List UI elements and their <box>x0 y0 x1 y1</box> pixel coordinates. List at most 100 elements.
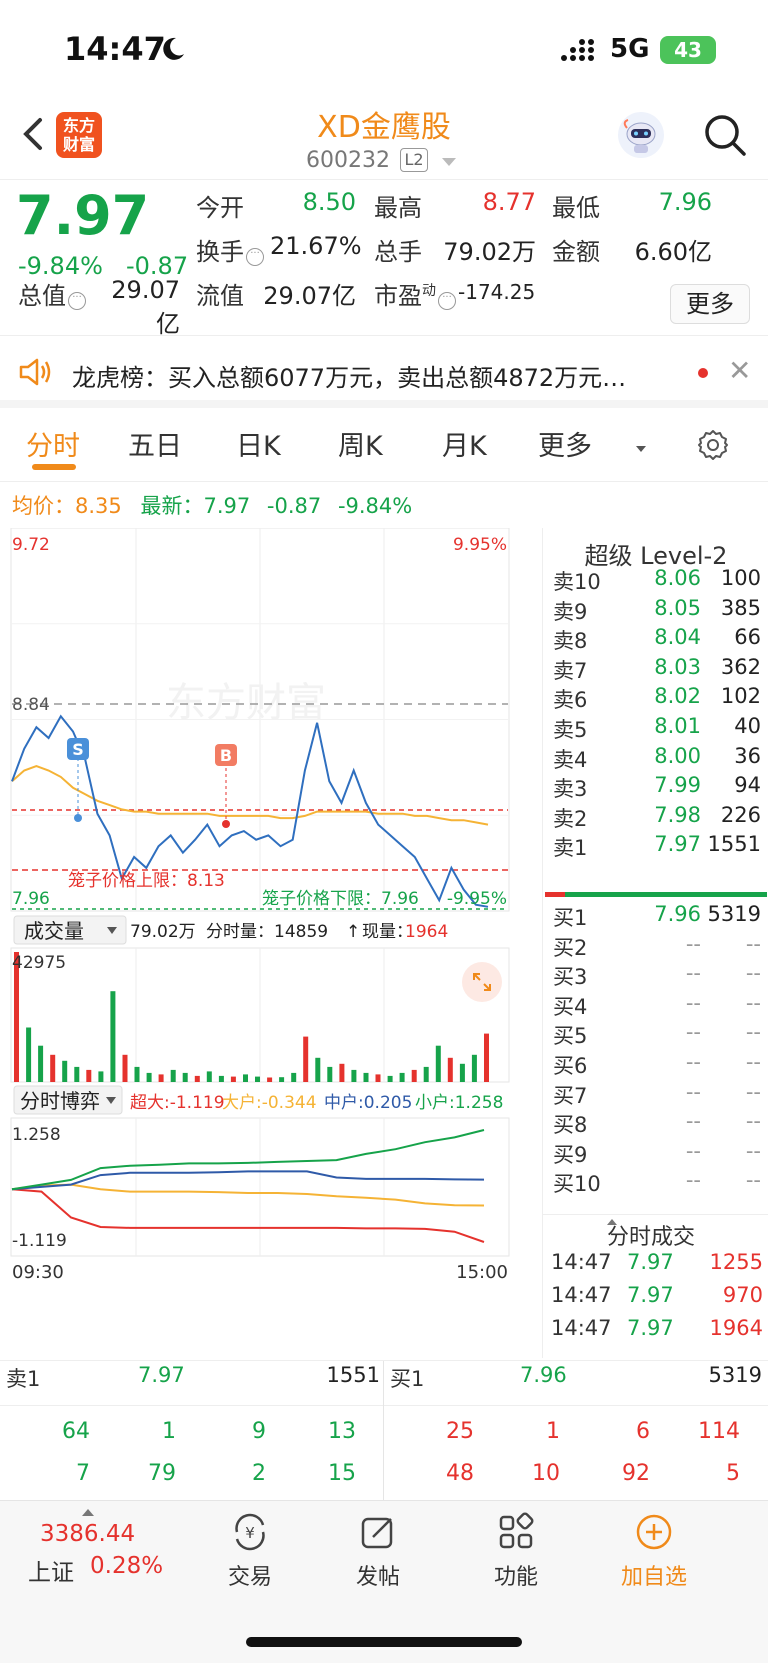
flow-ytop: 1.258 <box>12 1125 61 1145</box>
speaker-icon <box>19 358 51 386</box>
ask-row[interactable]: 卖7 8.03 362 <box>543 655 768 685</box>
ticks-header[interactable]: 分时成交 <box>543 1214 768 1250</box>
caret-up-icon <box>607 1219 617 1225</box>
volume-label: 总手 <box>374 238 422 266</box>
volume-bar <box>218 1075 224 1082</box>
index-pct[interactable]: 0.28% <box>90 1553 163 1579</box>
ask-row[interactable]: 卖5 8.01 40 <box>543 714 768 744</box>
pe-superscript: 动 <box>422 283 436 299</box>
nav-function[interactable]: 功能 <box>456 1511 576 1591</box>
bid-row[interactable]: 买2 -- -- <box>543 932 768 962</box>
stock-code[interactable]: 600232 <box>306 148 390 173</box>
ask-row[interactable]: 卖10 8.06 100 <box>543 566 768 596</box>
tick-time: 14:47 <box>551 1250 612 1274</box>
tab-more[interactable]: 更多 <box>538 424 592 463</box>
flow-medium-label: 中户:0.205 <box>324 1093 412 1113</box>
queue-buy-label: 买1 <box>390 1367 425 1391</box>
tab-daily-k[interactable]: 日K <box>236 424 281 463</box>
ask-row[interactable]: 卖3 7.99 94 <box>543 773 768 803</box>
bottom-nav: 3386.44 上证 0.28% ¥ 交易 发帖 功能 加自选 <box>0 1500 768 1663</box>
dragon-tiger-text: 龙虎榜：买入总额6077万元，卖出总额4872万元… <box>72 364 627 392</box>
ask-row[interactable]: 卖1 7.97 1551 <box>543 832 768 862</box>
order-level-label: 买7 <box>553 1083 588 1108</box>
queue-order: 5 <box>726 1461 740 1486</box>
queue-buy-vol: 5319 <box>708 1363 762 1387</box>
gear-icon[interactable] <box>696 428 730 462</box>
ask-row[interactable]: 卖9 8.05 385 <box>543 596 768 626</box>
bid-row[interactable]: 买3 -- -- <box>543 961 768 991</box>
nav-trade[interactable]: ¥ 交易 <box>190 1511 310 1591</box>
more-dots-icon[interactable]: ··· <box>68 292 86 310</box>
volume-bar <box>194 1075 200 1082</box>
y-bottom-pct: -9.95% <box>447 889 507 909</box>
tab-monthly-k[interactable]: 月K <box>442 424 487 463</box>
order-level-label: 买1 <box>553 906 588 930</box>
order-price: 7.96 <box>654 902 701 926</box>
index-name[interactable]: 上证 <box>28 1553 74 1587</box>
sell-marker-text: S <box>72 740 84 759</box>
low-value: 7.96 <box>658 188 712 216</box>
bid-row[interactable]: 买4 -- -- <box>543 991 768 1021</box>
order-volume: 66 <box>734 625 761 650</box>
order-level-label: 买8 <box>553 1113 588 1138</box>
open-label: 今开 <box>196 194 244 222</box>
x-end-label: 15:00 <box>456 1262 508 1283</box>
order-volume: -- <box>745 1168 761 1193</box>
volume-value: 79.02万 <box>443 238 536 266</box>
nav-trade-label: 交易 <box>227 1565 272 1590</box>
flow-super-label: 超大:-1.119 <box>130 1093 225 1113</box>
queue-order: 48 <box>446 1461 474 1486</box>
search-icon[interactable] <box>702 112 748 158</box>
moon-icon <box>163 37 184 60</box>
bid-row[interactable]: 买6 -- -- <box>543 1050 768 1080</box>
ask-row[interactable]: 卖4 8.00 36 <box>543 744 768 774</box>
stock-header: 东方 财富 XD金鹰股 600232 L2 <box>0 100 768 180</box>
expand-button[interactable] <box>462 962 502 1002</box>
ask-row[interactable]: 卖2 7.98 226 <box>543 803 768 833</box>
level2-badge[interactable]: L2 <box>400 148 428 172</box>
order-price: 8.05 <box>654 595 701 620</box>
dragon-tiger-banner[interactable]: 龙虎榜：买入总额6077万元，卖出总额4872万元… ✕ <box>0 338 768 408</box>
order-volume: 226 <box>720 802 761 827</box>
ask-row[interactable]: 卖8 8.04 66 <box>543 625 768 655</box>
order-price: 8.04 <box>654 625 701 650</box>
more-button[interactable]: 更多 <box>670 284 750 324</box>
bid-row[interactable]: 买1 7.96 5319 <box>543 902 768 932</box>
queue-order: 13 <box>328 1419 356 1444</box>
bid-row[interactable]: 买10 -- -- <box>543 1168 768 1198</box>
order-queue: 卖1 7.97 1551 买1 7.96 5319 64 1 9 13 7 79 2 15 25… <box>0 1360 768 1501</box>
close-icon[interactable]: ✕ <box>728 354 751 387</box>
volume-bar <box>375 1074 381 1082</box>
queue-sell-price: 7.97 <box>138 1363 185 1387</box>
nav-post[interactable]: 发帖 <box>318 1511 438 1591</box>
queue-order: 10 <box>532 1461 560 1486</box>
y-top-pct: 9.95% <box>453 535 507 555</box>
queue-sell-label: 卖1 <box>6 1367 41 1391</box>
volume-bar <box>363 1072 369 1082</box>
queue-divider <box>0 1405 768 1406</box>
chevron-down-icon[interactable] <box>442 158 456 166</box>
order-level-label: 买3 <box>553 965 588 990</box>
tab-weekly-k[interactable]: 周K <box>338 424 383 463</box>
ask-row[interactable]: 卖6 8.02 102 <box>543 684 768 714</box>
flow-large-label: 大户:-0.344 <box>222 1093 317 1113</box>
bid-row[interactable]: 买8 -- -- <box>543 1109 768 1139</box>
index-value[interactable]: 3386.44 <box>40 1521 135 1547</box>
intraday-chart-area[interactable]: 东方财富 9.72 9.95% 8.84 7.96 -9.95% 笼子价格上限：… <box>10 528 542 1358</box>
bid-row[interactable]: 买9 -- -- <box>543 1139 768 1169</box>
amount-value: 6.60亿 <box>634 238 712 266</box>
turnover-label: 换手 ··· <box>196 232 264 267</box>
nav-add-watchlist[interactable]: 加自选 <box>594 1511 714 1591</box>
order-volume: -- <box>745 1020 761 1045</box>
tab-five-day[interactable]: 五日 <box>128 424 182 463</box>
y-top-label: 9.72 <box>12 535 50 555</box>
order-price: 8.01 <box>654 714 701 738</box>
assistant-avatar-icon[interactable] <box>618 112 664 158</box>
tab-intraday[interactable]: 分时 <box>26 424 80 463</box>
more-dots-icon[interactable]: ··· <box>438 292 456 310</box>
bid-row[interactable]: 买7 -- -- <box>543 1080 768 1110</box>
buy-marker-dot <box>222 820 230 828</box>
bid-row[interactable]: 买5 -- -- <box>543 1020 768 1050</box>
caret-up-icon[interactable] <box>82 1509 94 1516</box>
more-dots-icon[interactable]: ··· <box>246 248 264 266</box>
